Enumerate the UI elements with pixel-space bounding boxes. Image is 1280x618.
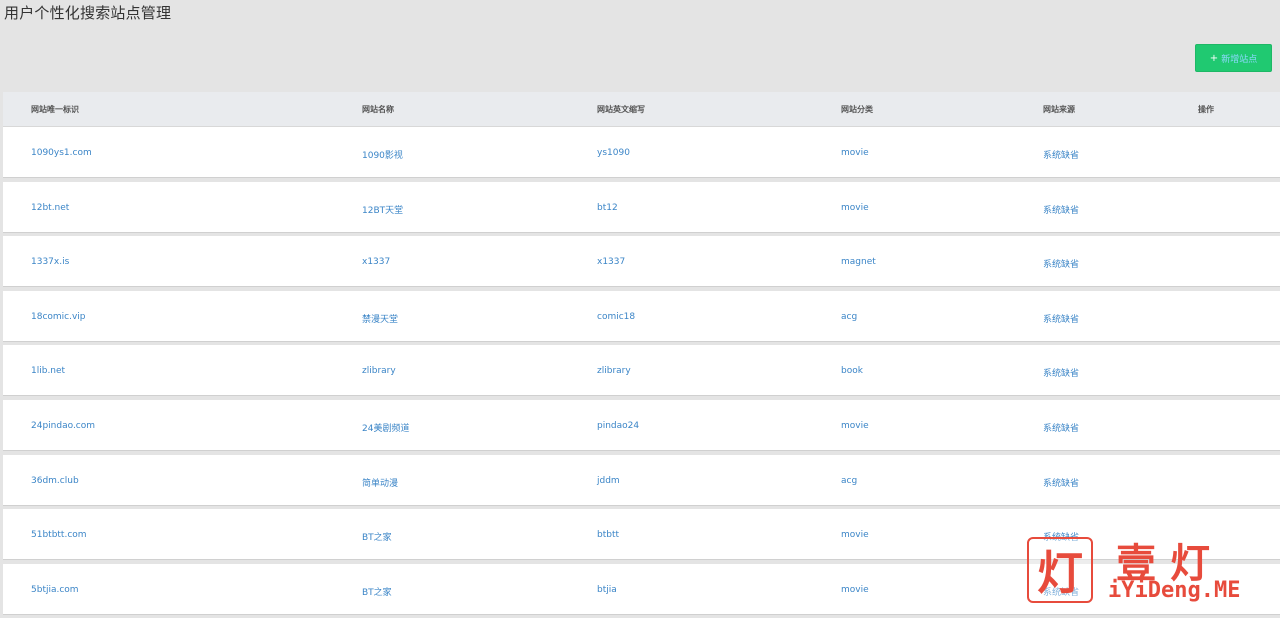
site-category-link[interactable]: movie [841, 421, 869, 431]
table-row: 18comic.vip 禁漫天堂 comic18 acg 系统缺省 [3, 290, 1280, 342]
site-source-link[interactable]: 系统缺省 [1043, 366, 1079, 379]
site-abbr-link[interactable]: jddm [597, 476, 620, 486]
site-name-link[interactable]: zlibrary [362, 366, 396, 376]
site-source-link[interactable]: 系统缺省 [1043, 312, 1079, 325]
table-row: 36dm.club 简单动漫 jddm acg 系统缺省 [3, 454, 1280, 506]
table-row: 1090ys1.com 1090影视 ys1090 movie 系统缺省 [3, 127, 1280, 178]
site-source-link[interactable]: 系统缺省 [1043, 203, 1079, 216]
site-abbr-link[interactable]: btbtt [597, 530, 619, 540]
site-category-link[interactable]: movie [841, 585, 869, 595]
site-abbr-link[interactable]: bt12 [597, 203, 618, 213]
table-row: 24pindao.com 24美剧频道 pindao24 movie 系统缺省 [3, 399, 1280, 451]
site-abbr-link[interactable]: ys1090 [597, 148, 630, 158]
site-source-link[interactable]: 系统缺省 [1043, 476, 1079, 489]
site-abbr-link[interactable]: x1337 [597, 257, 625, 267]
site-abbr-link[interactable]: btjia [597, 585, 617, 595]
site-category-link[interactable]: magnet [841, 257, 876, 267]
site-id-link[interactable]: 18comic.vip [31, 312, 86, 322]
site-category-link[interactable]: movie [841, 530, 869, 540]
add-site-button[interactable]: + 新增站点 [1195, 44, 1272, 72]
site-id-link[interactable]: 12bt.net [31, 203, 69, 213]
site-id-link[interactable]: 1lib.net [31, 366, 65, 376]
site-id-link[interactable]: 51btbtt.com [31, 530, 87, 540]
site-category-link[interactable]: movie [841, 148, 869, 158]
site-name-link[interactable]: BT之家 [362, 585, 392, 598]
site-source-link[interactable]: 系统缺省 [1043, 257, 1079, 270]
site-category-link[interactable]: book [841, 366, 863, 376]
site-category-link[interactable]: movie [841, 203, 869, 213]
site-name-link[interactable]: 禁漫天堂 [362, 312, 398, 325]
site-id-link[interactable]: 1090ys1.com [31, 148, 92, 158]
header-site-id: 网站唯一标识 [31, 105, 79, 114]
site-name-link[interactable]: BT之家 [362, 530, 392, 543]
site-name-link[interactable]: x1337 [362, 257, 390, 267]
site-name-link[interactable]: 24美剧频道 [362, 421, 409, 434]
header-site-category: 网站分类 [841, 105, 873, 114]
header-site-name: 网站名称 [362, 105, 394, 114]
table-header: 网站唯一标识 网站名称 网站英文缩写 网站分类 网站来源 操作 [3, 92, 1280, 127]
header-actions: 操作 [1198, 105, 1214, 114]
site-id-link[interactable]: 36dm.club [31, 476, 79, 486]
table-row: 12bt.net 12BT天堂 bt12 movie 系统缺省 [3, 181, 1280, 233]
site-name-link[interactable]: 12BT天堂 [362, 203, 403, 216]
page-title: 用户个性化搜索站点管理 [4, 4, 172, 22]
site-name-link[interactable]: 1090影视 [362, 148, 403, 161]
site-category-link[interactable]: acg [841, 312, 857, 322]
table-row: 1337x.is x1337 x1337 magnet 系统缺省 [3, 236, 1280, 288]
site-source-link[interactable]: 系统缺省 [1043, 421, 1079, 434]
header-site-source: 网站来源 [1043, 105, 1075, 114]
watermark-logo: 灯 [1027, 537, 1093, 603]
site-name-link[interactable]: 简单动漫 [362, 476, 398, 489]
site-abbr-link[interactable]: comic18 [597, 312, 635, 322]
site-abbr-link[interactable]: zlibrary [597, 366, 631, 376]
site-abbr-link[interactable]: pindao24 [597, 421, 639, 431]
header-site-abbr: 网站英文缩写 [597, 105, 645, 114]
add-site-label: 新增站点 [1221, 54, 1258, 65]
site-id-link[interactable]: 1337x.is [31, 257, 69, 267]
table-row: 1lib.net zlibrary zlibrary book 系统缺省 [3, 345, 1280, 397]
watermark-en-text: iYiDeng.ME [1108, 578, 1241, 603]
site-category-link[interactable]: acg [841, 476, 857, 486]
site-id-link[interactable]: 24pindao.com [31, 421, 95, 431]
plus-icon: + [1209, 52, 1219, 64]
site-source-link[interactable]: 系统缺省 [1043, 148, 1079, 161]
site-id-link[interactable]: 5btjia.com [31, 585, 79, 595]
